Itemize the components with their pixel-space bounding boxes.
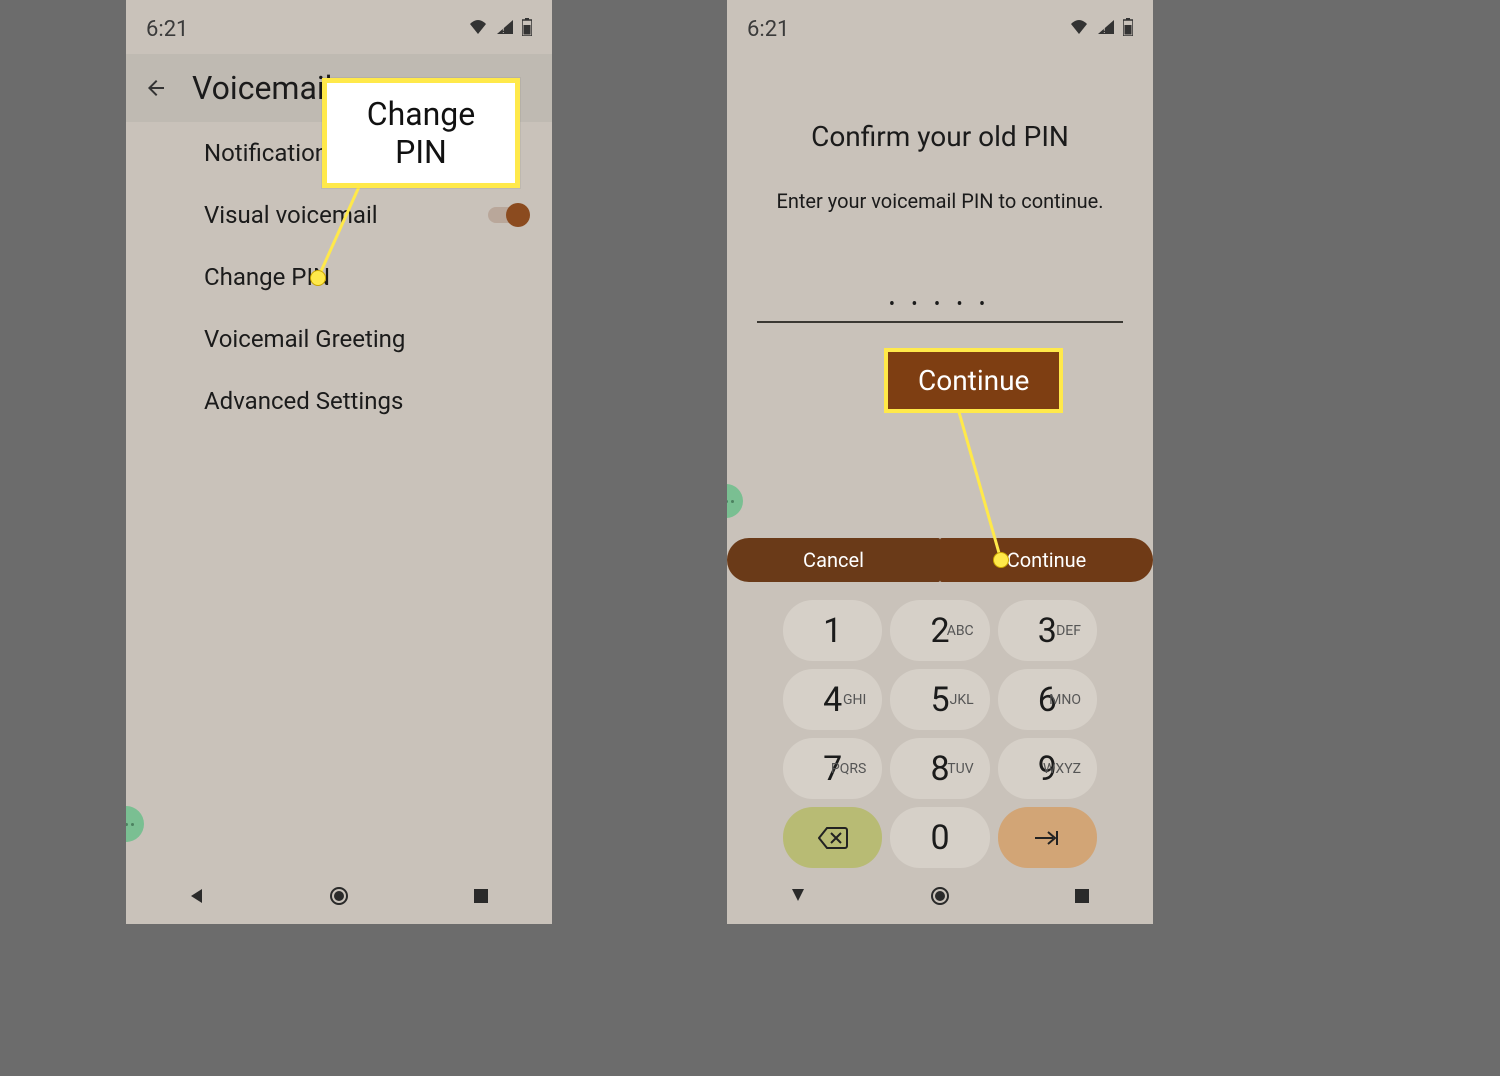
nav-back-icon[interactable] xyxy=(167,876,227,916)
key-7[interactable]: 7PQRS xyxy=(783,738,882,799)
wifi-icon xyxy=(468,19,488,39)
key-2[interactable]: 2ABC xyxy=(890,600,989,661)
settings-item-voicemail-greeting[interactable]: Voicemail Greeting xyxy=(126,308,552,370)
confirm-subtitle: Enter your voicemail PIN to continue. xyxy=(757,189,1123,213)
key-4[interactable]: 4GHI xyxy=(783,669,882,730)
callout-marker-change-pin xyxy=(310,270,326,286)
wifi-icon xyxy=(1069,19,1089,39)
key-1[interactable]: 1 xyxy=(783,600,882,661)
pin-mask: • • • • • xyxy=(889,294,991,315)
nav-recents-icon[interactable] xyxy=(451,876,511,916)
phone-confirm-pin: 6:21 ! Confirm your old PIN Enter your v… xyxy=(727,0,1153,924)
key-submit[interactable] xyxy=(998,807,1097,868)
callout-change-pin: Change PIN xyxy=(322,78,520,188)
callout-label: Change PIN xyxy=(367,95,475,171)
svg-text:!: ! xyxy=(1103,25,1106,35)
settings-item-label: Voicemail Greeting xyxy=(204,325,405,353)
assistant-bubble-icon[interactable] xyxy=(126,806,144,842)
settings-item-visual-voicemail[interactable]: Visual voicemail xyxy=(126,184,552,246)
callout-marker-continue xyxy=(993,552,1009,568)
battery-icon xyxy=(522,18,532,40)
callout-continue: Continue xyxy=(884,348,1063,413)
status-icons: ! xyxy=(468,18,532,40)
back-arrow-icon[interactable] xyxy=(144,76,168,100)
status-time: 6:21 xyxy=(747,17,789,42)
signal-icon: ! xyxy=(496,19,514,39)
callout-label: Continue xyxy=(918,364,1029,397)
key-5[interactable]: 5JKL xyxy=(890,669,989,730)
system-navbar xyxy=(126,868,552,924)
status-icons: ! xyxy=(1069,18,1133,40)
confirm-pin-area: Confirm your old PIN Enter your voicemai… xyxy=(727,54,1153,213)
svg-text:!: ! xyxy=(502,25,505,35)
confirm-title: Confirm your old PIN xyxy=(757,120,1123,153)
backspace-icon xyxy=(818,827,848,849)
settings-item-label: Notifications xyxy=(204,139,340,167)
continue-button[interactable]: Continue xyxy=(940,538,1153,582)
assistant-bubble-icon[interactable] xyxy=(727,484,743,518)
continue-label: Continue xyxy=(1007,548,1087,572)
action-buttons: Cancel Continue xyxy=(727,538,1153,582)
visual-voicemail-toggle[interactable] xyxy=(488,207,524,223)
key-8[interactable]: 8TUV xyxy=(890,738,989,799)
key-backspace[interactable] xyxy=(783,807,882,868)
status-bar: 6:21 ! xyxy=(727,0,1153,54)
settings-item-advanced-settings[interactable]: Advanced Settings xyxy=(126,370,552,432)
status-time: 6:21 xyxy=(146,17,188,42)
nav-home-icon[interactable] xyxy=(910,876,970,916)
nav-back-icon[interactable] xyxy=(768,876,828,916)
settings-item-change-pin[interactable]: Change PIN xyxy=(126,246,552,308)
system-navbar xyxy=(727,868,1153,924)
settings-item-label: Advanced Settings xyxy=(204,387,403,415)
settings-item-label: Visual voicemail xyxy=(204,201,378,229)
nav-home-icon[interactable] xyxy=(309,876,369,916)
key-0[interactable]: 0 xyxy=(890,807,989,868)
nav-recents-icon[interactable] xyxy=(1052,876,1112,916)
key-6[interactable]: 6MNO xyxy=(998,669,1097,730)
key-3[interactable]: 3DEF xyxy=(998,600,1097,661)
battery-icon xyxy=(1123,18,1133,40)
key-9[interactable]: 9WXYZ xyxy=(998,738,1097,799)
cancel-button[interactable]: Cancel xyxy=(727,538,940,582)
cancel-label: Cancel xyxy=(803,548,864,572)
pin-input[interactable]: • • • • • xyxy=(757,287,1123,323)
keypad: 1 2ABC 3DEF 4GHI 5JKL 6MNO 7PQRS 8TUV 9W… xyxy=(727,594,1153,868)
status-bar: 6:21 ! xyxy=(126,0,552,54)
submit-arrow-icon xyxy=(1033,829,1061,847)
page-title: Voicemail xyxy=(192,69,332,107)
signal-icon: ! xyxy=(1097,19,1115,39)
